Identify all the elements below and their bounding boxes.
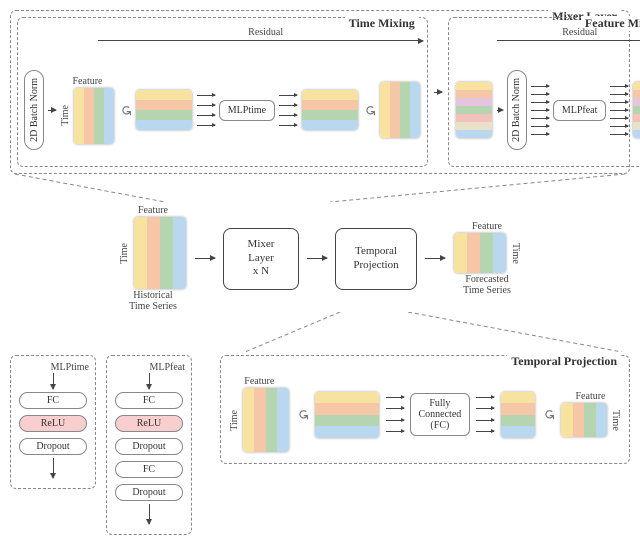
fc-box: Fully Connected (FC) xyxy=(410,393,471,436)
mlp-feat-panel: MLPfeat FC ReLU Dropout FC Dropout xyxy=(106,355,192,535)
stripe-block xyxy=(242,387,290,453)
stripe-block xyxy=(632,81,640,139)
time-label: Time xyxy=(229,410,240,431)
layer-pill: Dropout xyxy=(19,438,87,455)
stripe-block xyxy=(314,391,380,439)
time-mixing-title: Time Mixing xyxy=(345,16,419,31)
arrow-down-icon xyxy=(53,458,54,478)
mlp-feat-title: MLPfeat xyxy=(149,362,185,373)
expand-lines-icon xyxy=(10,174,630,202)
arrow-icon xyxy=(497,110,503,111)
expand-lines-icon xyxy=(10,312,630,352)
transpose-icon: ↺ xyxy=(293,409,310,421)
mlp-feat-box: MLPfeat xyxy=(553,100,607,121)
stripe-block xyxy=(379,81,421,139)
arrow-icon xyxy=(425,258,445,259)
time-label: Time xyxy=(60,105,71,126)
time-label: Time xyxy=(510,243,521,264)
layer-pill: FC xyxy=(115,392,183,409)
time-mixing-input-block: Feature Time xyxy=(60,76,115,145)
time-label: Time xyxy=(119,243,130,264)
stripe-block xyxy=(135,89,193,131)
temporal-projection-title: Temporal Projection xyxy=(507,354,621,369)
mlp-time-box: MLPtime xyxy=(219,100,275,121)
layer-pill: Dropout xyxy=(115,438,183,455)
temporal-projection-panel: Temporal Projection Feature Time ↺ Fully… xyxy=(220,355,630,464)
stripe-block xyxy=(560,402,608,438)
time-label: Time xyxy=(610,410,621,431)
stripe-block xyxy=(500,391,536,439)
stripe-block xyxy=(73,87,115,145)
arrow-down-icon xyxy=(149,504,150,524)
feature-label: Feature xyxy=(472,221,502,232)
residual-label-feat: Residual xyxy=(558,27,601,38)
arrow-icon xyxy=(195,258,215,259)
layer-pill: FC xyxy=(115,461,183,478)
stripe-block xyxy=(301,89,359,131)
stripe-block xyxy=(453,232,507,274)
arrow-stack-icon xyxy=(610,82,628,138)
arrow-down-icon xyxy=(53,373,54,389)
mlp-time-panel: MLPtime FC ReLU Dropout xyxy=(10,355,96,489)
pipeline-input-block: Feature Time Historical Time Series xyxy=(119,205,187,312)
batch-norm-box-time: 2D Batch Norm xyxy=(24,70,44,150)
output-caption: Forecasted Time Series xyxy=(463,274,511,296)
mlp-time-label: MLPtime xyxy=(228,105,266,116)
time-mixing-panel: Time Mixing Residual 2D Batch Norm Featu… xyxy=(17,17,428,167)
arrow-stack-icon xyxy=(531,82,549,138)
arrow-stack-icon xyxy=(279,90,297,130)
batch-norm-label-time: 2D Batch Norm xyxy=(29,78,40,142)
mlp-feat-label: MLPfeat xyxy=(562,105,598,116)
residual-line: Residual xyxy=(98,40,423,41)
arrow-icon xyxy=(48,110,56,111)
stripe-block xyxy=(133,216,187,290)
transpose-icon: ↺ xyxy=(116,104,133,116)
arrow-icon xyxy=(307,258,327,259)
pipeline-row: Feature Time Historical Time Series Mixe… xyxy=(10,205,630,312)
temporal-projection-op: Temporal Projection xyxy=(335,228,417,290)
mlp-time-title: MLPtime xyxy=(51,362,89,373)
arrow-icon xyxy=(434,92,442,93)
batch-norm-label-feat: 2D Batch Norm xyxy=(511,78,522,142)
arrow-stack-icon xyxy=(476,392,494,438)
layer-pill: FC xyxy=(19,392,87,409)
feature-label: Feature xyxy=(244,376,274,387)
stripe-block xyxy=(455,81,493,139)
layer-pill: ReLU xyxy=(115,415,183,432)
feature-label: Feature xyxy=(138,205,168,216)
mixer-layer-panel: Mixer Layer Time Mixing Residual 2D Batc… xyxy=(10,10,630,174)
residual-line: Residual xyxy=(497,40,640,41)
arrow-stack-icon xyxy=(197,90,215,130)
layer-pill: Dropout xyxy=(115,484,183,501)
tp-output-block: Feature Time xyxy=(560,391,621,438)
transpose-icon: ↺ xyxy=(360,104,377,116)
tp-input-block: Feature Time xyxy=(229,376,290,453)
layer-pill: ReLU xyxy=(19,415,87,432)
mixer-layer-op: Mixer Layer x N xyxy=(223,228,299,290)
transpose-icon: ↺ xyxy=(540,409,557,421)
feature-mixing-panel: Feature Mixing Residual 2D Batch Norm xyxy=(448,17,640,167)
batch-norm-box-feat: 2D Batch Norm xyxy=(507,70,527,150)
feature-label: Feature xyxy=(73,76,103,87)
feature-label: Feature xyxy=(576,391,606,402)
residual-label-time: Residual xyxy=(244,27,287,38)
input-caption: Historical Time Series xyxy=(129,290,177,312)
arrow-down-icon xyxy=(149,373,150,389)
arrow-stack-icon xyxy=(386,392,404,438)
pipeline-output-block: Feature Time Forecasted Time Series xyxy=(453,221,521,296)
